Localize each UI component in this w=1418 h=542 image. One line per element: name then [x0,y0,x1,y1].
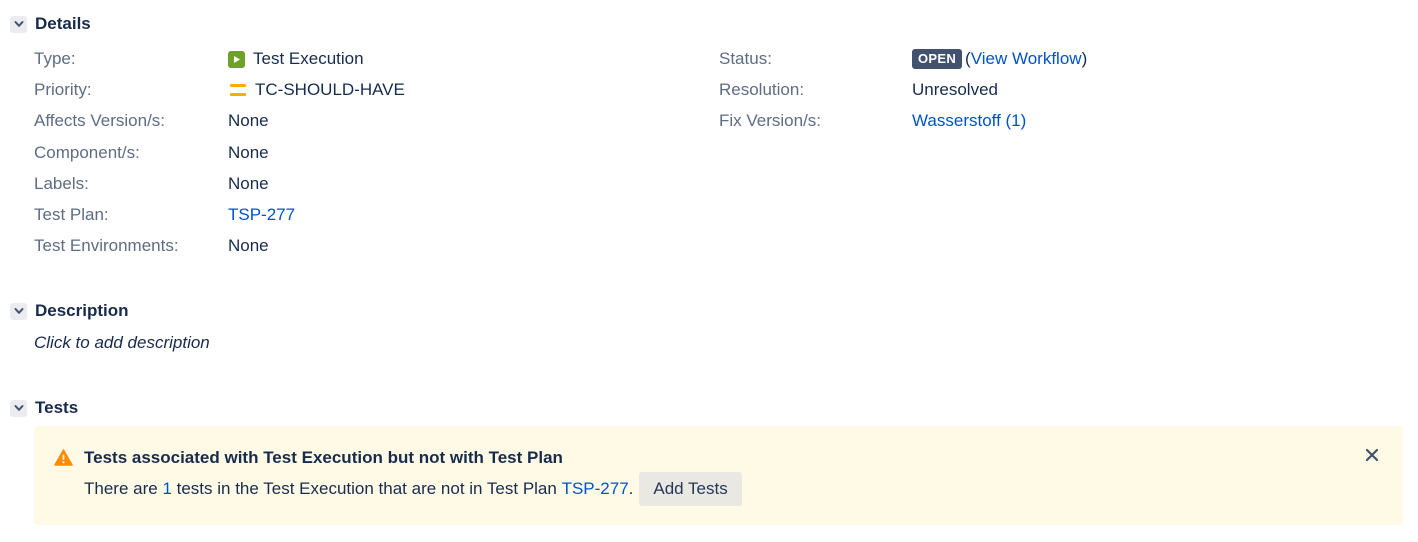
status-badge: OPEN [912,49,963,69]
chevron-down-icon [14,308,23,314]
priority-medium-icon [230,84,246,96]
fix-version-label: Fix Version/s: [719,111,822,130]
priority-value: TC-SHOULD-HAVE [230,79,405,101]
chevron-down-icon [14,21,23,27]
warning-text-middle: tests in the Test Execution that are not… [171,479,562,498]
tests-title: Tests [35,398,79,417]
priority-label: Priority: [34,80,92,99]
paren-close: ) [1081,49,1088,68]
fix-version-value: Wasserstoff (1) [912,110,1026,132]
resolution-value: Unresolved [912,80,998,99]
affects-version-value: None [228,111,269,130]
details-collapse-toggle[interactable] [10,15,27,33]
test-environments-label: Test Environments: [34,236,179,255]
description-collapse-toggle[interactable] [10,302,27,320]
tests-warning-banner: Tests associated with Test Execution but… [34,426,1403,525]
warning-test-plan-link[interactable]: TSP-277 [562,472,629,506]
type-text: Test Execution [253,49,364,68]
details-title: Details [35,14,91,33]
labels-value: None [228,174,269,193]
resolution-label: Resolution: [719,80,805,99]
status-label: Status: [719,49,772,68]
description-title: Description [35,301,129,320]
priority-text: TC-SHOULD-HAVE [255,80,405,99]
test-plan-value: TSP-277 [228,204,295,226]
warning-text-suffix: . [628,479,634,498]
description-section-header[interactable]: Description [10,299,129,323]
type-value: Test Execution [228,48,364,70]
test-plan-label: Test Plan: [34,205,109,224]
test-plan-link[interactable]: TSP-277 [228,204,295,226]
components-label: Component/s: [34,143,140,162]
fix-version-link[interactable]: Wasserstoff (1) [912,110,1026,132]
close-icon[interactable] [1363,446,1381,464]
type-label: Type: [34,49,76,68]
warning-title: Tests associated with Test Execution but… [84,448,563,467]
test-environments-value: None [228,236,269,255]
view-workflow-link[interactable]: View Workflow [971,48,1082,70]
status-value: OPEN (View Workflow) [912,48,1087,70]
tests-collapse-toggle[interactable] [10,399,27,417]
tests-section-header[interactable]: Tests [10,396,78,420]
details-section-header[interactable]: Details [10,12,91,36]
warning-text-prefix: There are [84,479,163,498]
components-value: None [228,143,269,162]
description-placeholder[interactable]: Click to add description [34,332,210,354]
tests-count-link[interactable]: 1 [162,472,171,506]
warning-icon [54,449,73,466]
chevron-down-icon [14,405,23,411]
labels-label: Labels: [34,174,89,193]
warning-message: There are 1 tests in the Test Execution … [84,472,742,506]
test-execution-icon [228,50,245,68]
affects-version-label: Affects Version/s: [34,111,166,130]
add-tests-button[interactable]: Add Tests [639,472,742,506]
